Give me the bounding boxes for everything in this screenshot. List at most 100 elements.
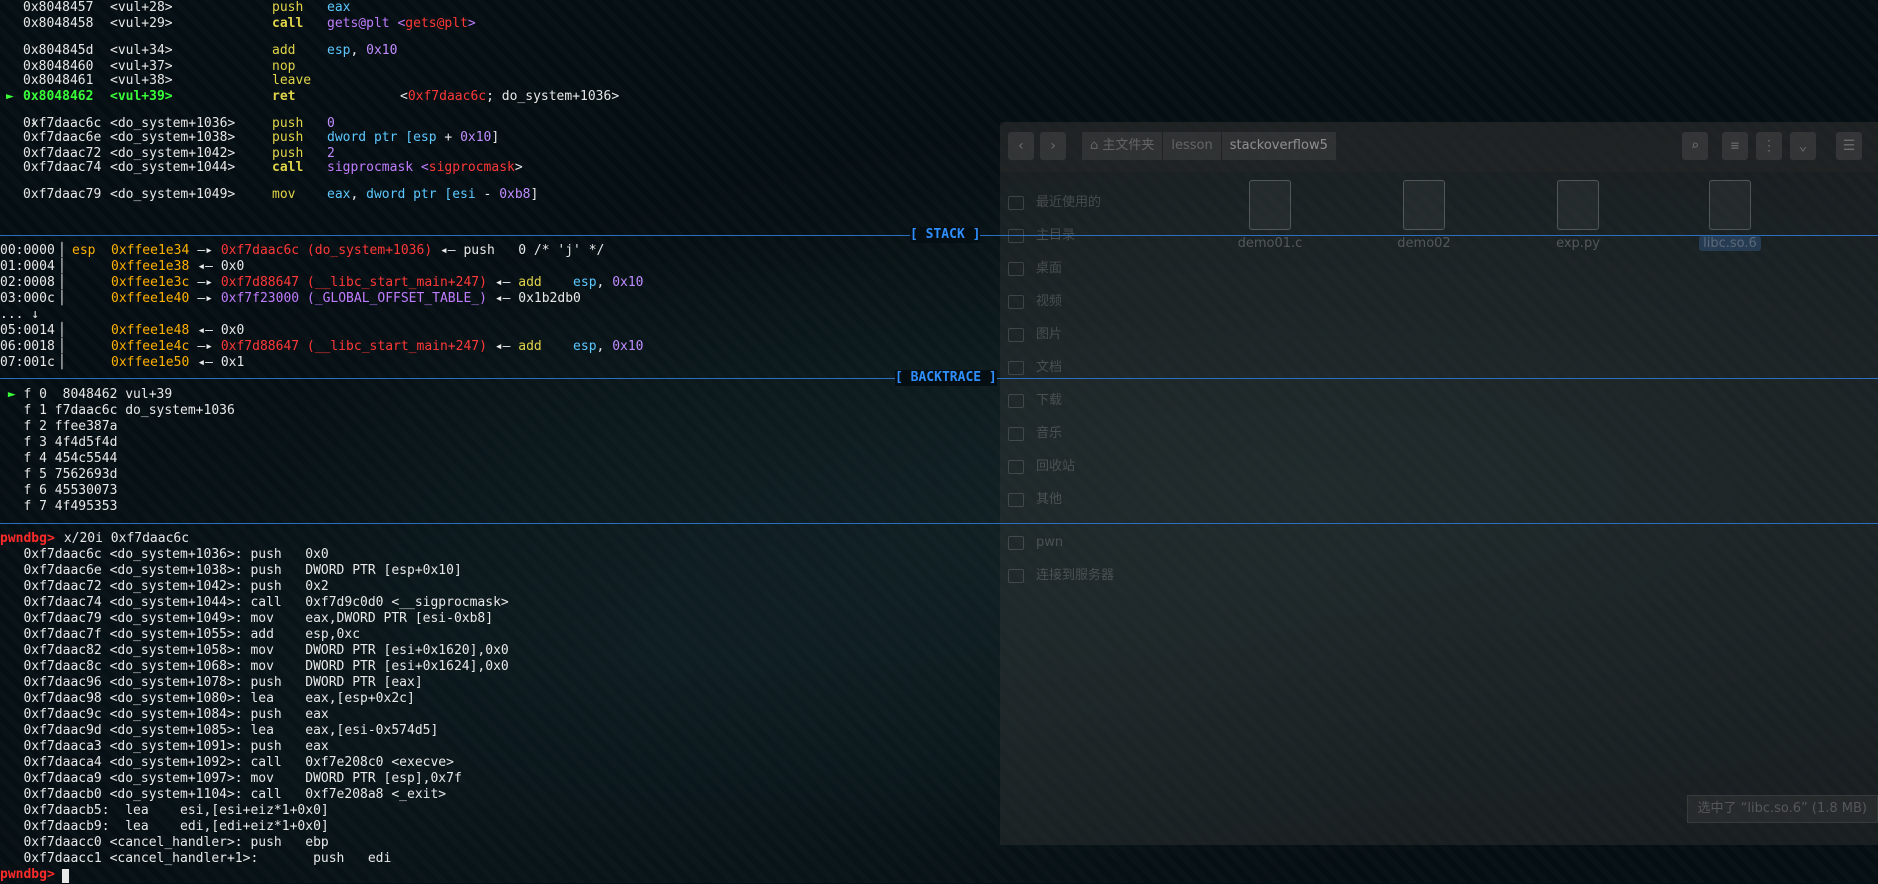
instruction-symbol: <do_system+1038> (110, 130, 236, 145)
text-segment: + (436, 130, 461, 145)
text-segment: ◂— (432, 243, 464, 258)
instruction-mnemonic: call (272, 16, 304, 31)
pc-marker-icon: ► (0, 387, 24, 402)
stack-offset: ... ↓ (0, 307, 40, 322)
text-segment: —▸ (197, 339, 221, 354)
instruction-address: 0x804845d (23, 43, 94, 58)
down-arrow-icon: ↓ (30, 114, 38, 129)
instruction-operands: eax, dword ptr [esi - 0xb8] (327, 187, 538, 203)
stack-divider: │ (58, 243, 66, 258)
x20i-output-text: 0xf7daaca3 <do_system+1091>: push eax (0, 739, 329, 754)
stack-offset: 05:0014 (0, 323, 55, 338)
text-segment: add (518, 339, 574, 354)
x20i-output-text: 0xf7daac96 <do_system+1078>: push DWORD … (0, 675, 423, 690)
text-segment: esp (573, 339, 597, 354)
text-segment: 0xb8 (499, 187, 531, 202)
backtrace-section-title: [ BACKTRACE ] (895, 370, 997, 386)
text-segment: —▸ (197, 275, 221, 290)
text-segment: gets@plt (405, 16, 468, 31)
x20i-output-text: 0xf7daac98 <do_system+1080>: lea eax,[es… (0, 691, 415, 706)
instruction-address: 0xf7daac74 (23, 160, 102, 175)
stack-value: —▸ 0xf7f23000 (_GLOBAL_OFFSET_TABLE_) ◂—… (197, 291, 581, 307)
instruction-address: 0xf7daac79 (23, 187, 102, 202)
stack-offset: 02:0008 (0, 275, 55, 290)
stack-divider: │ (58, 323, 66, 338)
text-segment: 0x10 (366, 43, 398, 58)
instruction-symbol: <vul+39> (110, 89, 173, 104)
x20i-output-text: 0xf7daac6c <do_system+1036>: push 0x0 (0, 547, 329, 562)
command-text: x/20i 0xf7daac6c (56, 531, 190, 546)
text-segment: 0x10 (612, 339, 644, 354)
stack-value: ◂— 0x1 (197, 355, 244, 371)
stack-value: —▸ 0xf7d88647 (__libc_start_main+247) ◂—… (197, 275, 643, 291)
stack-address: 0xffee1e38 (111, 259, 190, 274)
instruction-address: 0xf7daac6e (23, 130, 102, 145)
stack-value: ◂— 0x0 (197, 259, 244, 275)
instruction-operands: eax (327, 0, 350, 16)
backtrace-text: f 4 454c5544 (0, 451, 118, 466)
instruction-symbol: <vul+38> (110, 73, 173, 88)
stack-address: 0xffee1e34 (111, 243, 190, 258)
text-segment: , (350, 187, 367, 202)
instruction-mnemonic: add (272, 43, 296, 58)
text-segment: , (350, 43, 367, 58)
x20i-output-text: 0xf7daac7f <do_system+1055>: add esp,0xc (0, 627, 361, 642)
x20i-output-text: 0xf7daac9c <do_system+1084>: push eax (0, 707, 329, 722)
cursor[interactable] (62, 868, 69, 884)
text-segment: ◂— (486, 275, 519, 290)
text-segment: push 0 /* 'j' */ (463, 243, 605, 258)
text-segment: ] (491, 130, 500, 145)
stack-divider: │ (58, 259, 66, 274)
stack-divider: │ (58, 291, 66, 306)
instruction-operands: gets@plt <gets@plt> (327, 16, 476, 32)
instruction-mnemonic: ret (272, 89, 296, 104)
instruction-address: 0x8048457 (23, 0, 94, 15)
stack-value: —▸ 0xf7d88647 (__libc_start_main+247) ◂—… (197, 339, 643, 355)
instruction-symbol: <vul+29> (110, 16, 173, 31)
section-divider (0, 523, 1878, 524)
text-segment: dword ptr [ (327, 130, 414, 145)
stack-divider: │ (58, 355, 66, 370)
text-segment: eax (327, 0, 351, 15)
text-segment: esp (413, 130, 437, 145)
text-segment: ◂— 0x1 (197, 355, 245, 370)
text-segment: 0x10 (612, 275, 644, 290)
section-divider (0, 0, 1878, 1)
x20i-output-text: 0xf7daac82 <do_system+1058>: mov DWORD P… (0, 643, 509, 658)
text-segment: < (400, 89, 408, 104)
terminal[interactable]: 0x8048457 <vul+28> push eax 0x8048458 <vul+29… (0, 0, 1878, 883)
x20i-output-text: 0xf7daac79 <do_system+1049>: mov eax,DWO… (0, 611, 494, 626)
text-segment: 0xf7d88647 (__libc_start_main+247) (220, 339, 487, 354)
instruction-address: 0x8048461 (23, 73, 94, 88)
text-segment: ; do_system+1036> (486, 89, 620, 104)
text-segment: 0 (327, 116, 335, 131)
x20i-output-text: 0xf7daacc1 <cancel_handler+1>: push edi (0, 851, 392, 866)
backtrace-text: f 0 8048462 vul+39 (23, 387, 173, 402)
text-segment: esp (573, 275, 597, 290)
instruction-symbol: <do_system+1044> (110, 160, 236, 175)
stack-offset: 00:0000 (0, 243, 55, 258)
prompt-label: pwndbg> (0, 531, 55, 546)
instruction-operands: <0xf7daac6c; do_system+1036> (400, 89, 619, 105)
stack-value: ◂— 0x0 (197, 323, 244, 339)
x20i-output-text: 0xf7daac74 <do_system+1044>: call 0xf7d9… (0, 595, 509, 610)
instruction-address: 0x8048458 (23, 16, 94, 31)
stack-value: —▸ 0xf7daac6c (do_system+1036) ◂— push 0… (197, 243, 604, 259)
x20i-output-text: 0xf7daacc0 <cancel_handler>: push ebp (0, 835, 329, 850)
stack-address: 0xffee1e4c (111, 339, 190, 354)
x20i-output-text: 0xf7daac72 <do_system+1042>: push 0x2 (0, 579, 329, 594)
text-segment: - (475, 187, 500, 202)
stack-register: esp (72, 243, 96, 258)
text-segment: esi (452, 187, 476, 202)
instruction-symbol: <vul+28> (110, 0, 173, 15)
stack-offset: 06:0018 (0, 339, 55, 354)
x20i-output-text: 0xf7daac8c <do_system+1068>: mov DWORD P… (0, 659, 509, 674)
text-segment: , (596, 275, 613, 290)
x20i-output-text: 0xf7daaca4 <do_system+1092>: call 0xf7e2… (0, 755, 454, 770)
text-segment: 0xf7d88647 (__libc_start_main+247) (220, 275, 487, 290)
stack-section-title: [ STACK ] (910, 227, 981, 243)
x20i-output-text: 0xf7daacb9: lea edi,[edi+eiz*1+0x0] (0, 819, 329, 834)
text-segment: ◂— 0x0 (197, 259, 245, 274)
backtrace-text: f 2 ffee387a (0, 419, 118, 434)
stack-offset: 01:0004 (0, 259, 55, 274)
